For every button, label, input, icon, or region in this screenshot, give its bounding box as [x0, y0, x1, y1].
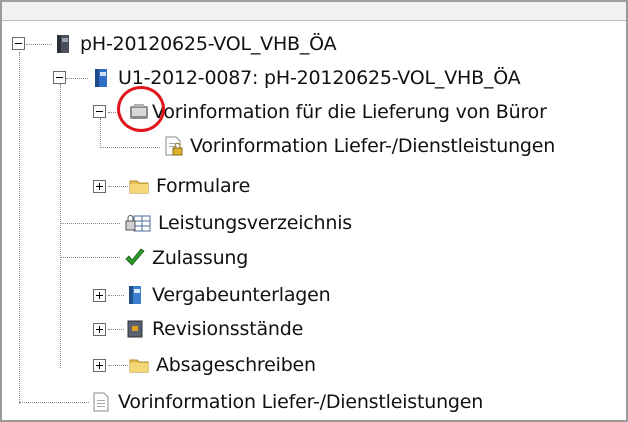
tree-connector: [108, 295, 124, 296]
tree-connector: [26, 44, 52, 45]
tree-connector: [60, 84, 61, 368]
tree-node-vorinfo-doc[interactable]: Vorinformation Liefer-/Dienstleistungen: [90, 386, 483, 418]
expand-toggle[interactable]: [93, 323, 106, 336]
archive-icon: [124, 318, 146, 340]
binder-blue-icon: [90, 67, 112, 89]
tree-connector: [108, 329, 124, 330]
panel-header-strip: [2, 2, 626, 21]
tree-node-revisionsstaende[interactable]: Revisionsstände: [124, 313, 303, 345]
tree-connector: [100, 118, 101, 146]
tree-node-label: pH-20120625-VOL_VHB_ÖA: [80, 32, 337, 55]
tree-node-formulare[interactable]: Formulare: [128, 170, 250, 202]
tree-connector: [108, 365, 128, 366]
tree-node-vergabeunterlagen[interactable]: Vergabeunterlagen: [124, 279, 331, 311]
tree-node-label: Zulassung: [152, 246, 249, 269]
tree-connector: [19, 402, 89, 403]
tree-connector: [66, 78, 88, 79]
expand-toggle[interactable]: [93, 180, 106, 193]
tree-node-label: Vergabeunterlagen: [152, 283, 331, 306]
folder-icon: [128, 175, 150, 197]
checkmark-icon: [124, 247, 146, 269]
tree-node-label: Revisionsstände: [152, 317, 304, 340]
tree-node-label: Vorinformation Liefer-/Dienstleistungen: [190, 134, 556, 157]
tree-node-label: Vorinformation für die Lieferung von Bür…: [152, 100, 547, 123]
document-icon: [90, 391, 112, 413]
tree-connector: [19, 52, 20, 404]
expand-toggle[interactable]: [93, 289, 106, 302]
tree-connector: [60, 257, 120, 258]
collapse-toggle[interactable]: [12, 37, 25, 50]
binder-icon: [52, 33, 74, 55]
tree-connector: [60, 223, 120, 224]
tree-node-label: Vorinformation Liefer-/Dienstleistungen: [118, 390, 484, 413]
tree-node-label: Absageschreiben: [156, 353, 316, 376]
binder-icon: [124, 284, 146, 306]
tree-node-vorinfo-locked-doc[interactable]: Vorinformation Liefer-/Dienstleistungen: [162, 130, 555, 162]
tree-node-absageschreiben[interactable]: Absageschreiben: [128, 349, 316, 381]
tree-node-label: Formulare: [156, 174, 251, 197]
tree-node-label: U1-2012-0087: pH-20120625-VOL_VHB_ÖA: [118, 66, 521, 89]
tree-connector: [108, 186, 128, 187]
collapse-toggle[interactable]: [93, 105, 106, 118]
tree-node-label: Leistungsverzeichnis: [158, 211, 353, 234]
tree-connector: [100, 147, 160, 148]
tree-node-leistungsverzeichnis[interactable]: Leistungsverzeichnis: [124, 207, 352, 239]
tree-view-panel: pH-20120625-VOL_VHB_ÖA U1-2012-0087: pH-…: [0, 0, 628, 422]
tree-node-vorinformation[interactable]: Vorinformation für die Lieferung von Bür…: [128, 96, 547, 128]
tree-node-root[interactable]: pH-20120625-VOL_VHB_ÖA: [52, 28, 337, 60]
expand-toggle[interactable]: [93, 359, 106, 372]
collapse-toggle[interactable]: [53, 71, 66, 84]
folder-icon: [128, 354, 150, 376]
highlight-circle: [117, 86, 165, 132]
locked-document-icon: [162, 135, 184, 157]
tree-node-zulassung[interactable]: Zulassung: [124, 242, 248, 274]
locked-table-icon: [124, 212, 152, 234]
